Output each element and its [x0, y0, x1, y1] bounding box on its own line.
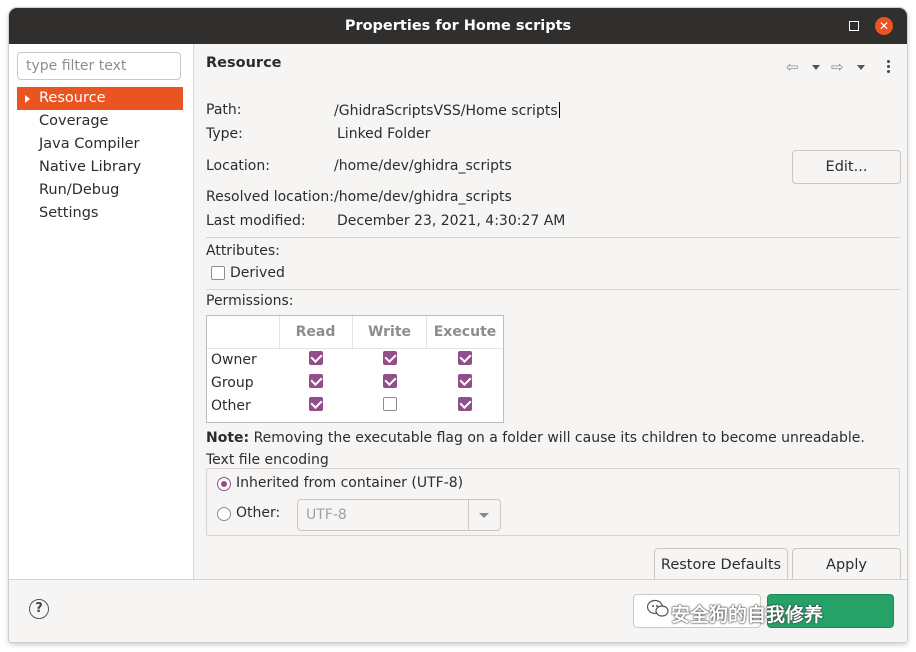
window-title: Properties for Home scripts [344, 18, 572, 34]
location-label: Location: [206, 158, 270, 174]
encoding-select[interactable]: UTF-8 [297, 499, 501, 531]
expand-arrow-icon [25, 95, 30, 103]
permission-row-group: Group [211, 375, 254, 391]
attributes-label: Attributes: [206, 243, 280, 259]
back-arrow-icon[interactable]: ⇦ [786, 58, 799, 76]
inherited-encoding-label: Inherited from container (UTF-8) [236, 475, 464, 491]
wechat-watermark-icon [647, 599, 669, 617]
other-encoding-radio[interactable] [217, 507, 231, 521]
derived-label: Derived [230, 265, 285, 281]
sidebar-item-label: Java Compiler [39, 136, 140, 152]
sidebar-item-java-compiler[interactable]: Java Compiler [17, 133, 183, 156]
permissions-table: Read Write Execute Owner Group Other [206, 315, 504, 423]
help-icon[interactable]: ? [29, 599, 49, 619]
dialog-button-bar: ? 安全狗的自我修养 [9, 579, 907, 642]
close-icon[interactable]: ✕ [875, 17, 893, 35]
filter-input[interactable] [17, 52, 181, 80]
sidebar-item-label: Resource [39, 90, 106, 106]
last-modified-value: December 23, 2021, 4:30:27 AM [337, 213, 566, 229]
sidebar: Resource Coverage Java Compiler Native L… [9, 44, 194, 579]
forward-arrow-icon[interactable]: ⇨ [831, 58, 844, 76]
chevron-down-icon [479, 513, 489, 518]
sidebar-nav: Resource Coverage Java Compiler Native L… [17, 87, 183, 221]
note-text: Removing the executable flag on a folder… [249, 430, 865, 446]
edit-button[interactable]: Edit... [792, 150, 901, 184]
path-value[interactable]: /GhidraScriptsVSS/Home scripts [334, 102, 560, 119]
maximize-icon[interactable] [849, 21, 859, 31]
sidebar-item-resource[interactable]: Resource [17, 87, 183, 110]
derived-checkbox[interactable] [211, 266, 225, 280]
sidebar-item-label: Native Library [39, 159, 142, 175]
inherited-encoding-radio[interactable] [217, 477, 231, 491]
owner-read-checkbox[interactable] [309, 351, 323, 365]
divider [206, 237, 900, 238]
group-read-checkbox[interactable] [309, 374, 323, 388]
page-title: Resource [206, 55, 282, 71]
forward-menu-chevron-icon[interactable] [857, 65, 865, 70]
restore-defaults-button[interactable]: Restore Defaults [654, 548, 788, 582]
other-encoding-label: Other: [236, 505, 281, 521]
other-write-checkbox[interactable] [383, 397, 397, 411]
other-read-checkbox[interactable] [309, 397, 323, 411]
column-header-read: Read [295, 324, 336, 340]
note-label: Note: [206, 430, 250, 446]
watermark-text: 安全狗的自我修养 [671, 604, 824, 626]
last-modified-label: Last modified: [206, 213, 306, 229]
permissions-label: Permissions: [206, 293, 294, 309]
other-execute-checkbox[interactable] [458, 397, 472, 411]
encoding-select-value: UTF-8 [306, 507, 347, 523]
back-menu-chevron-icon[interactable] [812, 65, 820, 70]
view-menu-icon[interactable] [887, 60, 890, 75]
apply-button[interactable]: Apply [792, 548, 901, 582]
sidebar-item-coverage[interactable]: Coverage [17, 110, 183, 133]
divider [206, 289, 900, 290]
resolved-location-label: Resolved location: [206, 189, 334, 205]
owner-write-checkbox[interactable] [383, 351, 397, 365]
resolved-location-value: /home/dev/ghidra_scripts [334, 189, 512, 205]
group-write-checkbox[interactable] [383, 374, 397, 388]
type-label: Type: [206, 126, 243, 142]
sidebar-item-label: Run/Debug Settings [39, 182, 120, 221]
properties-dialog: Properties for Home scripts ✕ Resource C… [9, 8, 907, 642]
location-value: /home/dev/ghidra_scripts [334, 158, 512, 174]
permission-row-other: Other [211, 398, 251, 414]
group-execute-checkbox[interactable] [458, 374, 472, 388]
main-panel: Resource ⇦ ⇨ Path: /GhidraScriptsVSS/Hom… [194, 44, 907, 582]
path-label: Path: [206, 102, 242, 118]
column-header-execute: Execute [433, 324, 497, 340]
column-header-write: Write [367, 324, 412, 340]
permission-row-owner: Owner [211, 352, 257, 368]
executable-note: Note: Removing the executable flag on a … [206, 430, 865, 446]
encoding-group-label: Text file encoding [206, 452, 329, 468]
owner-execute-checkbox[interactable] [458, 351, 472, 365]
text-encoding-group: Inherited from container (UTF-8) Other: … [206, 468, 900, 536]
title-bar: Properties for Home scripts ✕ [9, 8, 907, 44]
sidebar-item-label: Coverage [39, 113, 109, 129]
sidebar-item-native-library[interactable]: Native Library [17, 156, 183, 179]
sidebar-item-run-debug-settings[interactable]: Run/Debug Settings [17, 179, 183, 221]
type-value: Linked Folder [337, 126, 431, 142]
